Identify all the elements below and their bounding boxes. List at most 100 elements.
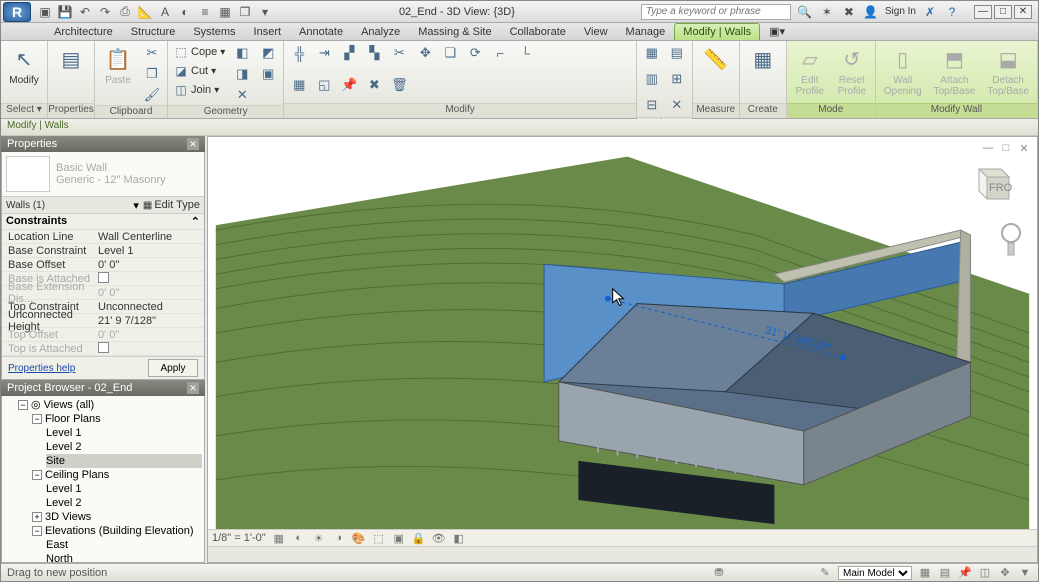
tab-massing-site[interactable]: Massing & Site — [409, 23, 500, 40]
app-menu-button[interactable]: R — [3, 2, 31, 22]
tab-analyze[interactable]: Analyze — [352, 23, 409, 40]
select-links-icon[interactable]: ▦ — [918, 566, 932, 580]
selection-filter[interactable]: Walls (1) — [6, 200, 129, 211]
paste-button[interactable]: 📋 Paste — [99, 43, 137, 88]
design-options-select[interactable]: Main Model — [838, 566, 912, 580]
mirror-axis-icon[interactable]: ▞ — [338, 43, 360, 63]
crop-region-icon[interactable]: ▣ — [392, 531, 406, 545]
panel-title-select[interactable]: Select ▾ — [1, 103, 47, 118]
split-icon[interactable]: ✂ — [388, 43, 410, 63]
tab-structure[interactable]: Structure — [122, 23, 185, 40]
copy-icon[interactable]: ❏ — [439, 43, 461, 63]
select-underlay-icon[interactable]: ▤ — [938, 566, 952, 580]
attach-button[interactable]: ⬒Attach Top/Base — [930, 43, 980, 99]
section-icon[interactable]: ◐ — [177, 4, 193, 20]
close-properties-icon[interactable]: ✕ — [187, 138, 199, 150]
type-selector[interactable]: Basic WallGeneric - 12" Masonry — [2, 152, 204, 196]
project-tree[interactable]: −◎ Views (all) −Floor Plans Level 1Level… — [2, 396, 204, 562]
crop-icon[interactable]: ⬚ — [372, 531, 386, 545]
tab-modify-walls[interactable]: Modify | Walls — [674, 23, 760, 40]
copy-clip-icon[interactable]: ❐ — [141, 64, 163, 84]
filter-icon[interactable]: ▼ — [1018, 566, 1032, 580]
extend-icon[interactable]: └ — [514, 43, 536, 63]
wall-opening-button[interactable]: ▯Wall Opening — [880, 43, 926, 99]
align-icon[interactable]: ╬ — [288, 43, 310, 63]
save-icon[interactable]: 💾 — [57, 4, 73, 20]
subscription-icon[interactable]: ✶ — [819, 4, 835, 20]
canvas-3d[interactable]: 31' 11 59/128" — □ ✕ FRONT — [208, 137, 1037, 529]
geom-sm-4-icon[interactable]: ◩ — [257, 43, 279, 63]
help-search-input[interactable] — [641, 4, 791, 20]
tab-systems[interactable]: Systems — [184, 23, 244, 40]
property-row[interactable]: Unconnected Height21' 9 7/128" — [2, 314, 204, 328]
mod2-6-icon[interactable]: ✕ — [666, 95, 688, 115]
cope-button[interactable]: ⬚Cope ▾ — [172, 43, 227, 61]
measure-icon[interactable]: 📐 — [137, 4, 153, 20]
text-icon[interactable]: A — [157, 4, 173, 20]
tab-view[interactable]: View — [575, 23, 617, 40]
unpin-icon[interactable]: ✖ — [363, 75, 385, 95]
close-hidden-icon[interactable]: ▦ — [217, 4, 233, 20]
edit-profile-button[interactable]: ▱Edit Profile — [791, 43, 829, 99]
join-button[interactable]: ◫Join ▾ — [172, 81, 227, 99]
temp-hide-icon[interactable]: 👁 — [432, 531, 446, 545]
move-icon[interactable]: ✥ — [414, 43, 436, 63]
open-icon[interactable]: ▣ — [37, 4, 53, 20]
tab-collaborate[interactable]: Collaborate — [501, 23, 575, 40]
tree-elevations[interactable]: Elevations (Building Elevation) — [45, 525, 194, 537]
detach-button[interactable]: ⬓Detach Top/Base — [983, 43, 1033, 99]
drag-icon[interactable]: ✥ — [998, 566, 1012, 580]
mod2-3-icon[interactable]: ▥ — [641, 69, 663, 89]
mod2-1-icon[interactable]: ▦ — [641, 43, 663, 63]
match-icon[interactable]: 🖌 — [141, 85, 163, 105]
visual-style-icon[interactable]: ◐ — [292, 531, 306, 545]
vp-close-icon[interactable]: ✕ — [1017, 141, 1031, 155]
mod2-4-icon[interactable]: ⊞ — [666, 69, 688, 89]
apply-button[interactable]: Apply — [148, 359, 198, 377]
select-pinned-icon[interactable]: 📌 — [958, 566, 972, 580]
expand-icon[interactable]: − — [32, 526, 42, 536]
select-face-icon[interactable]: ◫ — [978, 566, 992, 580]
expand-icon[interactable]: − — [32, 414, 42, 424]
tree-item[interactable]: East — [46, 538, 202, 552]
tab-manage[interactable]: Manage — [617, 23, 675, 40]
lock-icon[interactable]: 🔒 — [412, 531, 426, 545]
worksets-icon[interactable]: ⛃ — [712, 566, 726, 580]
property-row[interactable]: Location LineWall Centerline — [2, 230, 204, 244]
tab-annotate[interactable]: Annotate — [290, 23, 352, 40]
cut-geom-button[interactable]: ◪Cut ▾ — [172, 62, 227, 80]
tree-floor-plans[interactable]: Floor Plans — [45, 413, 101, 425]
viewcube[interactable]: FRONT — [967, 161, 1013, 207]
property-row[interactable]: Base ConstraintLevel 1 — [2, 244, 204, 258]
geom-sm-1-icon[interactable]: ◧ — [231, 43, 253, 63]
create-button[interactable]: ▦ — [744, 43, 782, 75]
help-icon[interactable]: ? — [944, 4, 960, 20]
modify-button[interactable]: ↖ Modify — [5, 43, 43, 88]
scale-icon[interactable]: ◱ — [313, 75, 335, 95]
tree-item[interactable]: Level 2 — [46, 440, 202, 454]
close-button[interactable]: ✕ — [1014, 5, 1032, 19]
expand-icon[interactable]: − — [18, 400, 28, 410]
shadows-icon[interactable]: ◑ — [332, 531, 346, 545]
properties-button[interactable]: ▤ — [52, 43, 90, 75]
measure-button[interactable]: 📏 — [697, 43, 735, 75]
user-icon[interactable]: 👤 — [863, 4, 879, 20]
favorites-icon[interactable]: ✗ — [922, 4, 938, 20]
vp-max-icon[interactable]: □ — [999, 141, 1013, 155]
tree-ceiling-plans[interactable]: Ceiling Plans — [45, 469, 109, 481]
tab-insert[interactable]: Insert — [245, 23, 291, 40]
sign-in-link[interactable]: Sign In — [885, 6, 916, 17]
tree-item[interactable]: Level 1 — [46, 426, 202, 440]
delete-icon[interactable]: 🗑 — [388, 75, 410, 95]
horizontal-scrollbar[interactable] — [208, 546, 1037, 562]
geom-sm-5-icon[interactable]: ▣ — [257, 64, 279, 84]
geom-sm-2-icon[interactable]: ◨ — [231, 64, 253, 84]
category-constraints[interactable]: Constraints⌃ — [2, 214, 204, 230]
close-browser-icon[interactable]: ✕ — [187, 382, 199, 394]
search-icon[interactable]: 🔍 — [797, 4, 813, 20]
properties-help-link[interactable]: Properties help — [8, 363, 75, 374]
expand-icon[interactable]: − — [32, 470, 42, 480]
view-scale[interactable]: 1/8" = 1'-0" — [212, 532, 266, 544]
exchange-icon[interactable]: ✖ — [841, 4, 857, 20]
tree-item[interactable]: North — [46, 552, 202, 562]
